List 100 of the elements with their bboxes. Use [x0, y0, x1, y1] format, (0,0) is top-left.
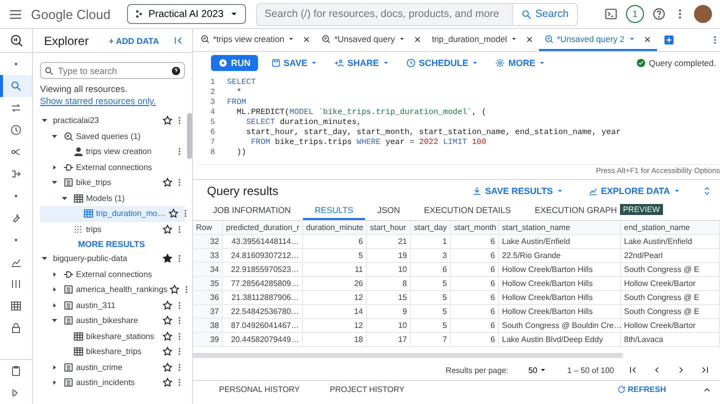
column-header[interactable]: start_hour: [367, 221, 411, 235]
history-tab[interactable]: PERSONAL HISTORY: [219, 385, 300, 394]
star-icon[interactable]: [169, 284, 180, 296]
close-icon[interactable]: [302, 34, 312, 44]
results-tab[interactable]: JOB INFORMATION: [201, 201, 303, 220]
column-header[interactable]: start_station_name: [499, 221, 621, 235]
close-icon[interactable]: [412, 34, 422, 44]
table-cell: 19: [367, 249, 411, 263]
tree-item[interactable]: bikeshare_trips: [40, 344, 185, 360]
avatar[interactable]: [694, 5, 712, 23]
row-number: 38: [193, 319, 223, 333]
tree-item[interactable]: External connections: [40, 266, 185, 282]
search-field[interactable]: Type to search: [40, 62, 185, 79]
arrow-icon[interactable]: [10, 168, 22, 180]
search-field[interactable]: Search (/) for resources, docs, products, and more Search: [256, 2, 578, 26]
scrollbar[interactable]: [187, 113, 192, 159]
help-icon[interactable]: [171, 66, 181, 76]
grid-icon[interactable]: [10, 278, 22, 290]
more-results-button[interactable]: MORE RESULTS: [78, 239, 145, 249]
tree-item[interactable]: External connections: [40, 160, 185, 175]
star-icon[interactable]: [162, 330, 173, 342]
star-icon[interactable]: [162, 115, 173, 126]
toolbar-button[interactable]: SHARE: [331, 58, 393, 68]
history-tab[interactable]: PROJECT HISTORY: [330, 385, 404, 394]
table-icon[interactable]: [10, 300, 22, 312]
wrench-icon[interactable]: [10, 212, 22, 224]
toolbar-button[interactable]: SCHEDULE: [402, 58, 482, 68]
star-icon[interactable]: [162, 300, 173, 311]
logo[interactable]: Google Cloud: [31, 6, 110, 22]
transfer-icon[interactable]: [10, 102, 22, 114]
query-tab[interactable]: *Unsaved query: [316, 29, 427, 51]
first-page-icon[interactable]: [628, 365, 638, 375]
query-icon: [321, 34, 332, 44]
column-header[interactable]: predicted_duration_r: [223, 221, 303, 235]
help-icon[interactable]: [652, 7, 666, 21]
tree-item[interactable]: practicalai23: [40, 113, 185, 128]
star-icon[interactable]: [162, 315, 173, 326]
query-tab[interactable]: *trips view creation: [195, 29, 316, 51]
caret-icon: [382, 59, 390, 67]
results-tab[interactable]: EXECUTION DETAILS: [412, 201, 523, 220]
page-size-select[interactable]: 50: [522, 364, 554, 376]
tree-item[interactable]: austin_bikeshare: [40, 313, 185, 328]
star-icon[interactable]: [162, 224, 173, 235]
results-tab[interactable]: JSON: [365, 201, 412, 220]
tree-item[interactable]: austin_incidents: [40, 375, 185, 390]
lock-icon[interactable]: [10, 322, 22, 334]
item-label: bigquery-public-data: [53, 254, 128, 264]
info-text: Viewing all resources. Show starred resources only.: [40, 83, 157, 107]
tree-item[interactable]: austin_crime: [40, 360, 185, 375]
query-tab[interactable]: trip_duration_model: [426, 29, 539, 51]
star-icon[interactable]: [162, 377, 173, 388]
toolbar-button[interactable]: MORE: [492, 58, 550, 68]
tree-item[interactable]: trip_duration_mo…: [40, 206, 185, 222]
run-button[interactable]: RUN: [211, 55, 258, 71]
results-action-button[interactable]: SAVE RESULTS: [469, 186, 567, 196]
toolbar-button[interactable]: SAVE: [268, 58, 322, 68]
tree-item[interactable]: trips view creation: [40, 144, 185, 160]
tree-item[interactable]: austin_311: [40, 298, 185, 313]
tree-item[interactable]: bikeshare_stations: [40, 328, 185, 344]
star-icon[interactable]: [162, 346, 173, 358]
tree-item[interactable]: Saved queries (1): [40, 128, 185, 144]
star-icon[interactable]: [162, 253, 173, 264]
tree-item[interactable]: trips: [40, 222, 185, 237]
add-data-button[interactable]: + ADD DATA: [108, 36, 167, 46]
tree-item[interactable]: bigquery-public-data: [40, 251, 185, 266]
refresh-button[interactable]: REFRESH: [610, 384, 672, 395]
notification-badge[interactable]: 1: [626, 5, 644, 23]
search-icon[interactable]: [10, 80, 22, 92]
tree-item[interactable]: Models (1): [40, 190, 185, 206]
table-cell: Hollow Creek/Barton Hills: [499, 305, 621, 319]
starred-filter-link[interactable]: Show starred resources only.: [40, 96, 156, 106]
query-tab[interactable]: *Unsaved query 2: [538, 29, 657, 51]
download-icon: [472, 186, 482, 196]
tree-item[interactable]: bike_trips: [40, 175, 185, 190]
clipboard-icon[interactable]: [10, 365, 22, 377]
terminal-icon[interactable]: [604, 7, 618, 21]
column-header[interactable]: Row: [193, 221, 223, 235]
table-cell: South Congress @ Bouldin Cre…: [499, 319, 621, 333]
horizontal-scrollbar[interactable]: [193, 353, 623, 358]
table-cell: 5: [303, 249, 367, 263]
star-icon[interactable]: [162, 177, 173, 188]
column-header[interactable]: end_station_name: [621, 221, 720, 235]
project-picker[interactable]: Practical AI 2023: [126, 4, 246, 24]
expand-collapse-icon[interactable]: [702, 186, 712, 196]
results-tab[interactable]: EXECUTION GRAPH PREVIEW: [522, 201, 675, 220]
new-tab-icon[interactable]: [662, 34, 675, 46]
column-header[interactable]: start_day: [411, 221, 451, 235]
tree-item[interactable]: america_health_rankings: [40, 282, 185, 298]
clock-icon[interactable]: [10, 124, 22, 136]
link-icon[interactable]: [10, 146, 22, 158]
close-icon[interactable]: [524, 34, 534, 44]
column-header[interactable]: duration_minute: [303, 221, 367, 235]
search-button[interactable]: Search: [512, 4, 577, 24]
bigquery-icon[interactable]: [8, 33, 24, 48]
close-icon[interactable]: [642, 34, 652, 44]
last-page-icon[interactable]: [700, 365, 710, 375]
star-icon[interactable]: [168, 208, 179, 220]
column-header[interactable]: start_month: [451, 221, 499, 235]
results-action-button[interactable]: EXPLORE DATA: [584, 186, 684, 196]
star-icon[interactable]: [162, 362, 173, 373]
